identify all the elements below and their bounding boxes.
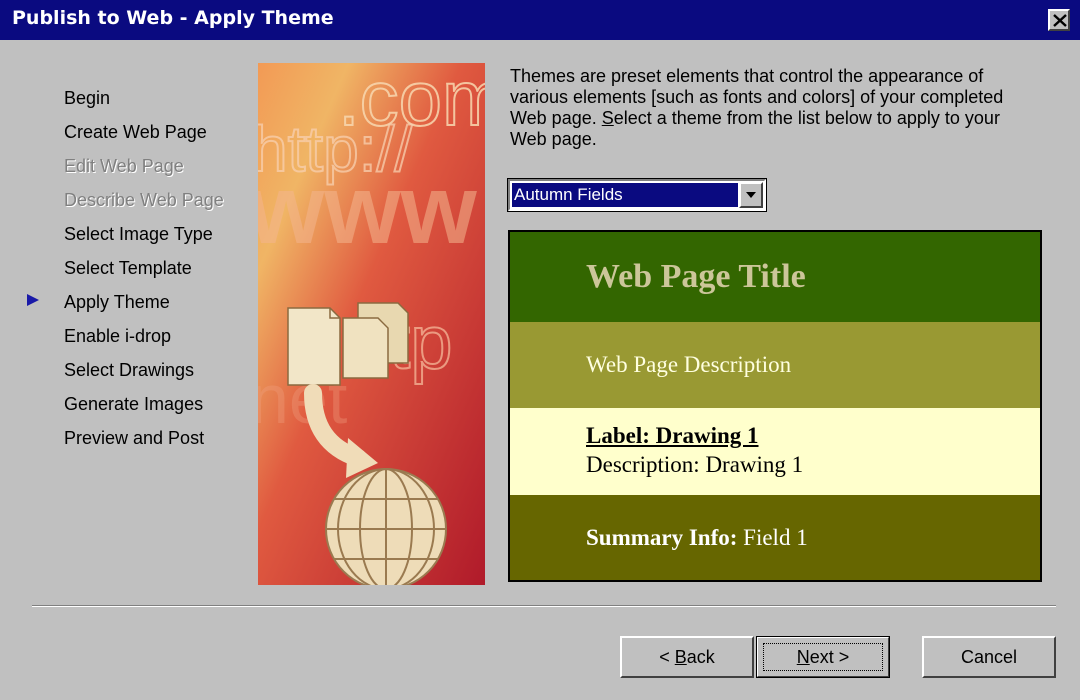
step-select-image-type: Select Image Type xyxy=(64,224,213,244)
step-describe-web-page: Describe Web Page xyxy=(64,190,224,210)
preview-summary: Summary Info: Field 1 xyxy=(510,495,1040,580)
divider xyxy=(32,605,1056,607)
current-step-arrow-icon xyxy=(27,294,39,306)
step-enable-i-drop: Enable i-drop xyxy=(64,326,172,346)
window-title: Publish to Web - Apply Theme xyxy=(12,7,334,29)
focus-ring xyxy=(763,643,883,671)
next-button[interactable]: Next > xyxy=(756,636,890,678)
preview-summary-label: Summary Info: xyxy=(586,525,738,550)
cancel-button[interactable]: Cancel xyxy=(922,636,1056,678)
preview-drawing-description: Description: Drawing 1 xyxy=(586,452,804,477)
preview-label-section: Label: Drawing 1 Description: Drawing 1 xyxy=(510,408,1040,495)
back-button-accelerator: B xyxy=(674,647,687,667)
step-edit-web-page: Edit Web Page xyxy=(64,156,184,176)
theme-select-value[interactable]: Autumn Fields xyxy=(512,183,738,207)
step-generate-images: Generate Images xyxy=(64,394,204,414)
title-bar[interactable]: Publish to Web - Apply Theme xyxy=(0,0,1080,40)
preview-title: Web Page Title xyxy=(510,232,1040,322)
side-graphic: .com http:// www ftp net xyxy=(258,63,485,585)
theme-select-dropdown-button[interactable] xyxy=(739,182,763,208)
theme-intro-text: Themes are preset elements that control … xyxy=(510,66,1030,150)
step-create-web-page: Create Web Page xyxy=(64,122,207,142)
graphic-text-www: www xyxy=(258,154,477,264)
back-button-prefix: < xyxy=(659,647,675,667)
intro-select-accelerator: S xyxy=(601,108,614,128)
step-select-drawings: Select Drawings xyxy=(64,360,195,380)
publish-to-web-dialog: Publish to Web - Apply Theme Begin Creat… xyxy=(0,0,1080,700)
preview-summary-value: Field 1 xyxy=(737,525,808,550)
preview-description: Web Page Description xyxy=(510,322,1040,408)
step-preview-and-post: Preview and Post xyxy=(64,428,205,448)
step-select-template: Select Template xyxy=(64,258,192,278)
step-apply-theme: Apply Theme xyxy=(64,292,170,312)
theme-select[interactable]: Autumn Fields xyxy=(507,178,767,212)
back-button[interactable]: < Back xyxy=(620,636,754,678)
close-button[interactable] xyxy=(1048,9,1070,31)
theme-preview: Web Page Title Web Page Description Labe… xyxy=(508,230,1042,582)
step-begin: Begin xyxy=(64,88,111,108)
wizard-steps-list: Begin Create Web Page Edit Web Page Desc… xyxy=(64,86,224,460)
globe-icon xyxy=(325,468,447,585)
back-button-label: ack xyxy=(686,647,715,667)
close-icon xyxy=(1053,14,1067,27)
chevron-down-icon xyxy=(746,192,756,198)
preview-label: Label: Drawing 1 xyxy=(586,423,759,448)
